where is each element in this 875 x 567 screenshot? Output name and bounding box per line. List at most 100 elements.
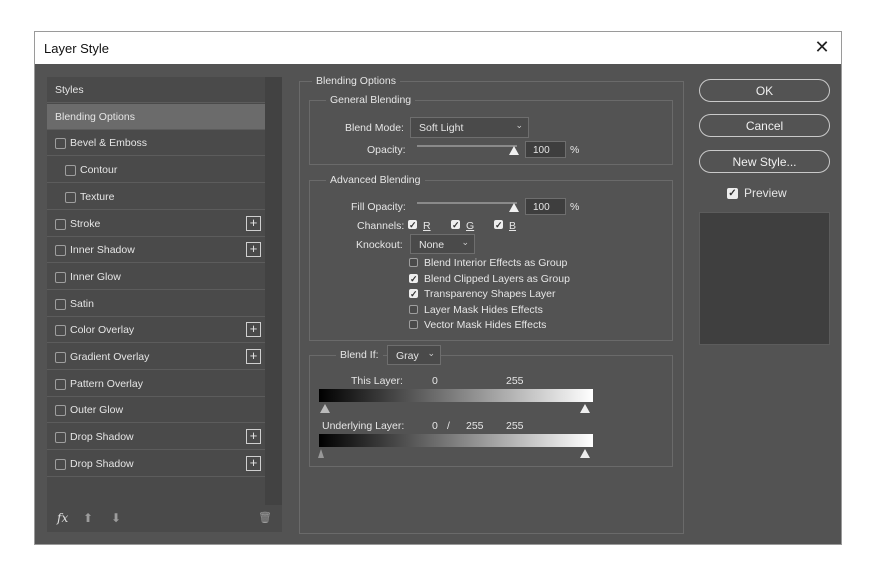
style-checkbox[interactable] — [55, 352, 66, 363]
fill-opacity-slider-handle[interactable] — [509, 203, 519, 212]
style-checkbox[interactable] — [55, 245, 66, 257]
style-checkbox[interactable] — [65, 165, 76, 177]
style-row[interactable]: Drop Shadow + — [47, 451, 265, 477]
this-layer-label: This Layer: — [351, 375, 403, 387]
ok-button[interactable]: OK — [699, 79, 830, 102]
style-row[interactable]: Inner Glow — [47, 264, 265, 290]
underlying-layer-label: Underlying Layer: — [322, 420, 405, 432]
channels-label: Channels: — [357, 220, 405, 232]
knockout-value: None — [419, 239, 445, 251]
advanced-option-checkbox[interactable]: ✓ — [409, 273, 418, 283]
style-checkbox[interactable] — [55, 458, 66, 470]
opacity-slider-track[interactable] — [417, 145, 517, 147]
channel-r-checkbox[interactable]: ✓ — [408, 220, 417, 230]
underlying-max: 255 — [506, 420, 524, 432]
advanced-option-label: Blend Interior Effects as Group — [424, 257, 568, 269]
underlying-black-handle[interactable] — [318, 449, 324, 458]
add-style-icon[interactable]: + — [246, 349, 261, 364]
style-row[interactable]: Satin — [47, 291, 265, 317]
channel-g-label: G — [466, 220, 475, 232]
fill-opacity-input[interactable]: 100 — [525, 198, 566, 215]
fx-icon[interactable]: fx — [57, 511, 68, 525]
preview-checkbox[interactable]: ✓ — [727, 188, 738, 199]
style-checkbox[interactable] — [55, 432, 66, 444]
trash-icon[interactable]: 🗑 — [258, 511, 272, 524]
blend-if-select[interactable]: Gray ⌄ — [387, 345, 441, 365]
style-row-label: Color Overlay — [70, 324, 135, 337]
layer-style-dialog: Layer Style ✕ Styles Blending Options Beve… — [34, 31, 842, 545]
scrollbar[interactable] — [265, 77, 282, 505]
preview-thumbnail — [699, 212, 830, 345]
style-row[interactable]: Outer Glow — [47, 397, 265, 424]
style-checkbox[interactable] — [55, 138, 66, 150]
add-style-icon[interactable]: + — [246, 455, 261, 471]
underlying-mid: 255 — [466, 420, 484, 432]
add-style-icon[interactable]: + — [246, 429, 261, 445]
underlying-gradient[interactable] — [319, 434, 593, 447]
chevron-down-icon: ⌄ — [461, 237, 469, 247]
move-up-icon[interactable]: ⬆ — [83, 511, 93, 525]
style-row-label: Satin — [70, 297, 94, 310]
add-style-icon[interactable]: + — [246, 242, 261, 258]
underlying-min: 0 — [432, 420, 438, 432]
style-checkbox[interactable] — [55, 325, 66, 337]
channel-g-checkbox[interactable]: ✓ — [451, 220, 460, 230]
this-layer-gradient[interactable] — [319, 389, 593, 402]
blend-mode-label: Blend Mode: — [345, 122, 404, 134]
chevron-down-icon: ⌄ — [515, 120, 523, 130]
preview-label: Preview — [744, 186, 787, 200]
style-row[interactable]: Bevel & Emboss — [47, 130, 265, 157]
advanced-option-checkbox[interactable] — [409, 320, 418, 329]
opacity-label: Opacity: — [367, 144, 406, 156]
close-icon[interactable]: ✕ — [811, 36, 833, 58]
style-row-label: Styles — [55, 84, 84, 96]
fill-opacity-slider-track[interactable] — [417, 202, 517, 204]
style-row[interactable]: Texture — [47, 184, 265, 210]
opacity-slider-handle[interactable] — [509, 146, 519, 155]
fill-opacity-label: Fill Opacity: — [351, 201, 406, 213]
style-row[interactable]: Inner Shadow + — [47, 237, 265, 264]
style-row[interactable]: Gradient Overlay + — [47, 344, 265, 370]
style-checkbox[interactable] — [55, 218, 66, 230]
opacity-input[interactable]: 100 — [525, 141, 566, 158]
style-row-label: Gradient Overlay — [70, 351, 150, 363]
new-style-button[interactable]: New Style... — [699, 150, 830, 173]
this-layer-black-handle[interactable] — [320, 404, 330, 413]
add-style-icon[interactable]: + — [246, 215, 261, 231]
cancel-button[interactable]: Cancel — [699, 114, 830, 137]
style-checkbox[interactable] — [55, 271, 66, 283]
dialog-title: Layer Style — [44, 41, 110, 56]
style-row[interactable]: Color Overlay + — [47, 317, 265, 344]
add-style-icon[interactable]: + — [246, 322, 261, 338]
advanced-option-checkbox[interactable] — [409, 258, 418, 267]
style-row[interactable]: Drop Shadow + — [47, 424, 265, 451]
blend-if-value: Gray — [396, 350, 419, 362]
style-checkbox[interactable] — [65, 191, 76, 203]
blend-if-label: Blend If: — [336, 349, 383, 361]
this-layer-min: 0 — [432, 375, 438, 387]
style-row[interactable]: Blending Options — [47, 103, 265, 130]
blend-mode-value: Soft Light — [419, 122, 464, 134]
style-row-label: Drop Shadow — [70, 457, 134, 470]
style-row-label: Stroke — [70, 217, 101, 230]
blend-mode-select[interactable]: Soft Light ⌄ — [410, 117, 529, 138]
channel-b-checkbox[interactable]: ✓ — [494, 220, 503, 230]
style-checkbox[interactable] — [55, 405, 66, 417]
advanced-option-label: Layer Mask Hides Effects — [424, 303, 543, 316]
knockout-select[interactable]: None ⌄ — [410, 234, 475, 254]
advanced-option-checkbox[interactable]: ✓ — [409, 289, 418, 299]
style-checkbox[interactable] — [55, 298, 66, 310]
advanced-option-label: Transparency Shapes Layer — [424, 288, 556, 300]
style-checkbox[interactable] — [55, 378, 66, 390]
style-row-label: Outer Glow — [70, 404, 124, 417]
underlying-white-handle[interactable] — [580, 449, 590, 458]
move-down-icon[interactable]: ⬇ — [111, 511, 121, 525]
this-layer-white-handle[interactable] — [580, 404, 590, 413]
style-row-label: Drop Shadow — [70, 431, 134, 444]
style-row[interactable]: Stroke + — [47, 211, 265, 237]
style-row[interactable]: Styles — [47, 77, 265, 103]
style-row[interactable]: Contour — [47, 157, 265, 184]
style-row[interactable]: Pattern Overlay — [47, 371, 265, 397]
title-bar: Layer Style ✕ — [35, 32, 841, 64]
advanced-option-checkbox[interactable] — [409, 304, 418, 314]
